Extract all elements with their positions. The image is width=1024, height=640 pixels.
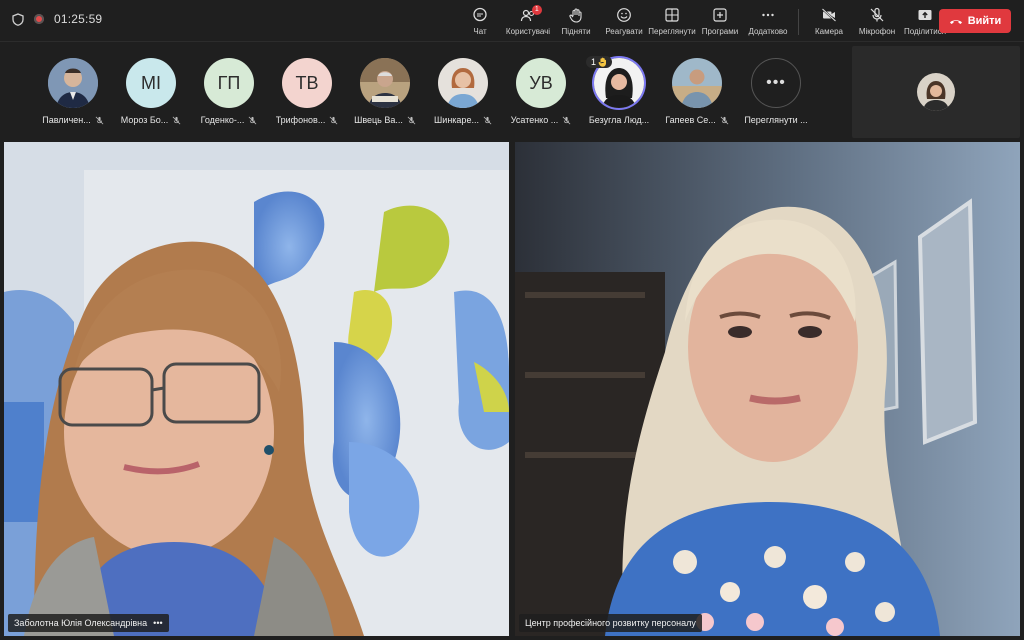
participant-name: Переглянути ...	[744, 115, 808, 125]
participant-name: Годенко-...	[187, 115, 271, 125]
avatar	[672, 58, 722, 108]
avatar-initials: ТВ	[282, 58, 332, 108]
camera-off-icon	[821, 8, 837, 22]
participant-name-tag: Заболотна Юлія Олександрівна •••	[8, 614, 169, 632]
mic-off-icon	[720, 116, 729, 124]
participant-avatar[interactable]: Безугла Люд...	[580, 58, 658, 125]
participant-name: Шинкаре...	[421, 115, 505, 125]
react-button[interactable]: Реагувати	[600, 5, 648, 39]
recording-indicator-icon[interactable]	[34, 14, 44, 24]
avatar-initials: МІ	[126, 58, 176, 108]
avatar-initials: УВ	[516, 58, 566, 108]
raised-hand-badge: 1	[586, 56, 613, 68]
mic-off-icon	[249, 116, 257, 124]
users-count-badge: 1	[531, 5, 542, 15]
participant-video	[515, 142, 1020, 636]
users-button[interactable]: 1 Користувачі	[504, 5, 552, 39]
chat-icon	[473, 7, 487, 22]
mic-off-icon	[562, 116, 571, 124]
participant-avatar[interactable]: Шинкаре...	[424, 58, 502, 125]
participant-avatar[interactable]: МІ Мороз Бо...	[112, 58, 190, 125]
view-icon	[665, 8, 679, 22]
chat-button[interactable]: Чат	[456, 5, 504, 39]
participant-name: Усатенко ...	[499, 115, 583, 125]
participant-video	[4, 142, 509, 636]
avatar-initials: ГП	[204, 58, 254, 108]
participant-name: Безугла Люд...	[588, 115, 650, 125]
participant-avatar[interactable]: Гапеев Се...	[658, 58, 736, 125]
meeting-status: 01:25:59	[12, 12, 102, 26]
apps-icon	[713, 8, 727, 22]
participant-avatar[interactable]: Павличен...	[34, 58, 112, 125]
participant-avatar[interactable]: ГП Годенко-...	[190, 58, 268, 125]
raise-hand-icon	[598, 57, 607, 67]
share-icon	[918, 10, 932, 20]
self-view[interactable]	[852, 46, 1020, 138]
participant-avatar[interactable]: ТВ Трифонов...	[268, 58, 346, 125]
shield-icon[interactable]	[12, 12, 24, 26]
participant-name: Гапеев Се...	[655, 115, 739, 125]
react-icon	[617, 8, 631, 22]
more-participants-button[interactable]: ••• Переглянути ...	[737, 58, 815, 125]
meeting-timer: 01:25:59	[54, 12, 103, 26]
participant-name: Трифонов...	[265, 115, 349, 125]
view-button[interactable]: Переглянути	[648, 5, 696, 39]
participant-name: Швець Ва...	[343, 115, 427, 125]
avatar	[917, 73, 955, 111]
microphone-button[interactable]: Мікрофон	[853, 5, 901, 39]
more-icon	[762, 13, 774, 17]
more-icon: •••	[751, 58, 801, 108]
participant-avatar[interactable]: УВ Усатенко ...	[502, 58, 580, 125]
video-tile[interactable]: Заболотна Юлія Олександрівна •••	[4, 142, 509, 636]
mic-off-icon	[329, 116, 338, 124]
camera-button[interactable]: Камера	[805, 5, 853, 39]
avatar	[48, 58, 98, 108]
avatar	[438, 58, 488, 108]
more-options-button[interactable]: Додатково	[744, 5, 792, 39]
mic-off-icon	[95, 116, 104, 124]
mic-off-icon	[172, 116, 181, 124]
avatar	[360, 58, 410, 108]
apps-button[interactable]: Програми	[696, 5, 744, 39]
tile-more-button[interactable]: •••	[153, 618, 162, 628]
mic-off-icon	[870, 7, 884, 22]
participant-name: Павличен...	[31, 115, 115, 125]
meeting-toolbar: 01:25:59 Чат 1 Користувачі Підняти Реагу…	[0, 0, 1024, 42]
participant-name: Мороз Бо...	[109, 115, 193, 125]
toolbar-actions: Чат 1 Користувачі Підняти Реагувати Пере…	[456, 5, 949, 39]
participant-name-tag: Центр професійного розвитку персоналу	[519, 614, 702, 632]
mic-off-icon	[483, 116, 492, 124]
participants-strip: Павличен... МІ Мороз Бо... ГП Годенко-..…	[0, 42, 1024, 142]
raise-hand-icon	[569, 8, 582, 23]
hang-up-icon	[949, 20, 962, 24]
leave-button[interactable]: Вийти	[939, 9, 1011, 33]
raise-hand-button[interactable]: Підняти	[552, 5, 600, 39]
video-tile[interactable]: Центр професійного розвитку персоналу	[515, 142, 1020, 636]
toolbar-divider	[798, 9, 799, 35]
participant-avatar[interactable]: Швець Ва...	[346, 58, 424, 125]
mic-off-icon	[407, 116, 416, 124]
